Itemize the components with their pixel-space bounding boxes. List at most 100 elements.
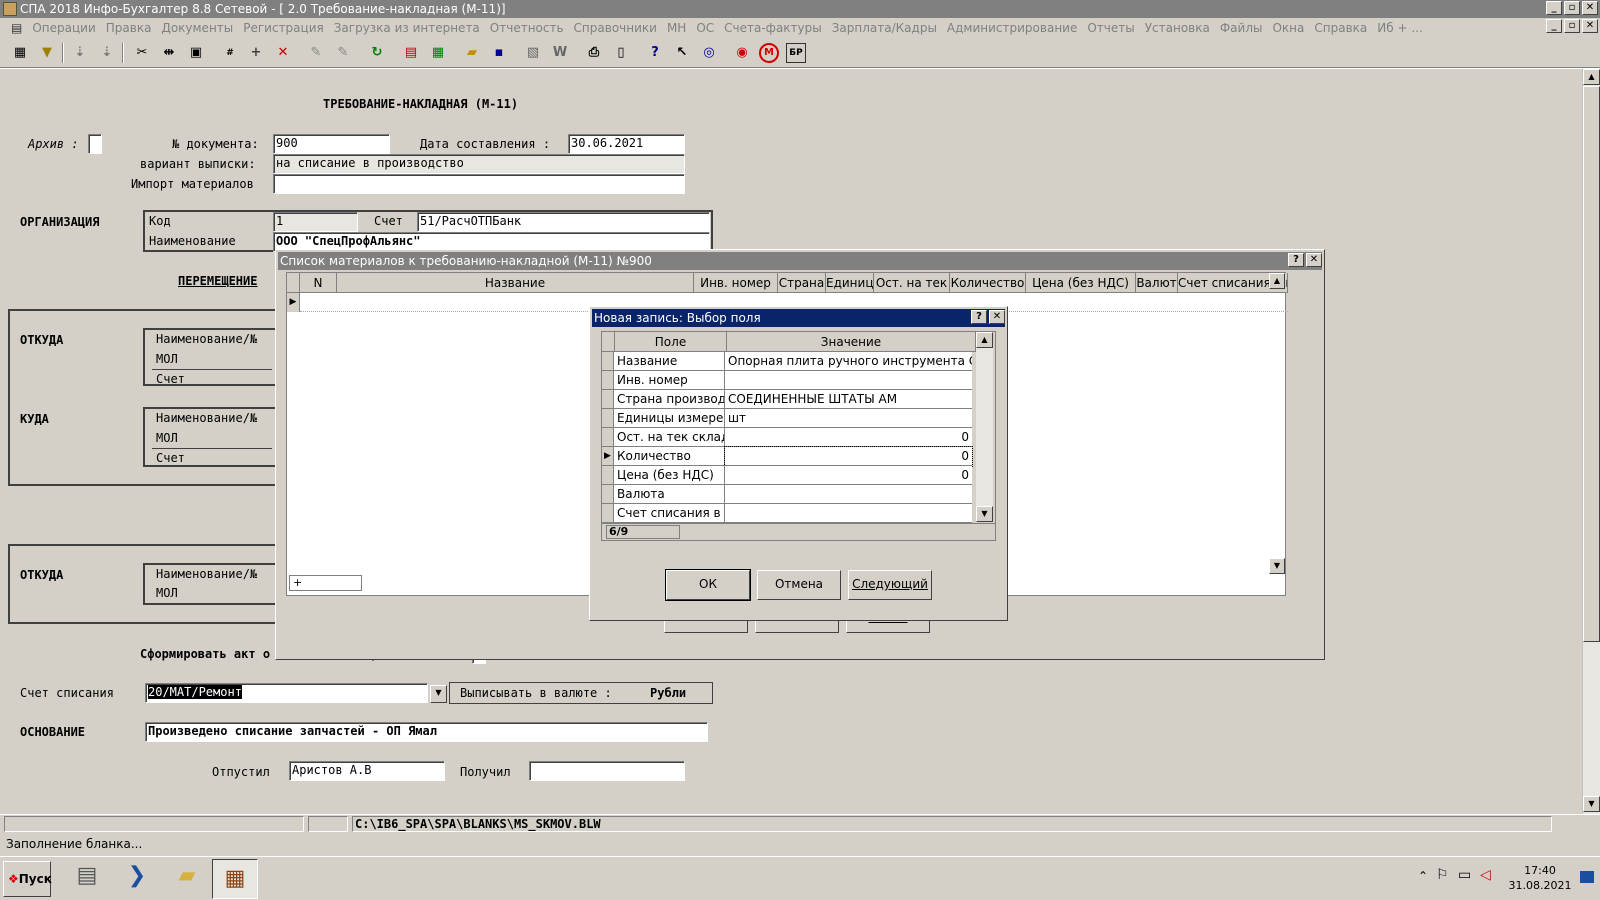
col-price[interactable]: Цена (без НДС) bbox=[1026, 273, 1136, 293]
menu-item-7[interactable]: МН bbox=[662, 18, 691, 38]
close-button[interactable]: ✕ bbox=[1582, 1, 1598, 15]
menu-item-5[interactable]: Отчетность bbox=[485, 18, 569, 38]
menu-item-13[interactable]: Установка bbox=[1140, 18, 1215, 38]
scroll-thumb[interactable] bbox=[1583, 86, 1600, 642]
field-value[interactable]: СОЕДИНЕННЫЕ ШТАТЫ АМ bbox=[725, 390, 972, 409]
variant-field[interactable]: на списание в производство bbox=[273, 154, 685, 174]
network-icon[interactable]: ▭ bbox=[1458, 867, 1471, 883]
field-row[interactable]: Инв. номер bbox=[602, 371, 972, 390]
field-value[interactable] bbox=[725, 371, 972, 390]
field-row[interactable]: Название Опорная плита ручного инструмент… bbox=[602, 352, 972, 371]
flag-icon[interactable]: ⚐ bbox=[1436, 867, 1449, 883]
field-row[interactable]: Единицы измерен шт bbox=[602, 409, 972, 428]
account-field[interactable]: 51/РасчОТПБанк bbox=[417, 212, 710, 232]
col-field[interactable]: Поле bbox=[615, 332, 727, 352]
col-name[interactable]: Название bbox=[337, 273, 694, 293]
refresh-icon[interactable]: ↻ bbox=[367, 43, 387, 63]
field-value[interactable] bbox=[725, 485, 972, 504]
import-field[interactable] bbox=[273, 174, 685, 194]
col-qty[interactable]: Количество bbox=[950, 273, 1026, 293]
doc-close-button[interactable]: ✕ bbox=[1582, 19, 1598, 33]
col-unit[interactable]: Единиц bbox=[826, 273, 874, 293]
field-grid[interactable]: Поле Значение Название Опорная плита ручн… bbox=[601, 331, 996, 541]
menu-item-16[interactable]: Справка bbox=[1309, 18, 1372, 38]
field-value[interactable] bbox=[725, 504, 972, 523]
clock[interactable]: 17:40 31.08.2021 bbox=[1505, 863, 1575, 893]
excel-icon[interactable]: ▧ bbox=[523, 43, 543, 63]
col-currency[interactable]: Валют bbox=[1136, 273, 1178, 293]
open-folder-icon[interactable]: ▰ bbox=[462, 43, 482, 63]
field-row[interactable]: ▶ Количество 0 bbox=[602, 446, 973, 467]
col-value[interactable]: Значение bbox=[727, 332, 976, 352]
field-ok-button[interactable]: ОК bbox=[665, 569, 751, 601]
doc-num-field[interactable]: 900 bbox=[273, 134, 390, 154]
col-stock[interactable]: Ост. на тек bbox=[874, 273, 950, 293]
field-row[interactable]: Цена (без НДС) 0 bbox=[602, 466, 972, 485]
word-icon[interactable]: W bbox=[550, 43, 570, 63]
compass-icon[interactable]: ◎ bbox=[699, 43, 719, 63]
delete-icon[interactable]: ✕ bbox=[273, 43, 293, 63]
maximize-button[interactable]: ▫ bbox=[1564, 1, 1580, 15]
menu-item-0[interactable]: Операции bbox=[27, 18, 100, 38]
number-icon[interactable]: # bbox=[220, 43, 240, 63]
unmark-icon[interactable]: ✎ bbox=[333, 43, 353, 63]
released-field[interactable]: Аристов А.В bbox=[289, 761, 445, 781]
menu-item-10[interactable]: Зарплата/Кадры bbox=[827, 18, 942, 38]
field-value[interactable]: 0 bbox=[725, 466, 972, 485]
field-row[interactable]: Счет списания в п bbox=[602, 504, 972, 523]
explorer-icon[interactable]: ▰ bbox=[170, 863, 204, 895]
sort-desc-icon[interactable]: ⇣ bbox=[97, 43, 117, 63]
menu-item-6[interactable]: Справочники bbox=[569, 18, 662, 38]
minimize-button[interactable]: _ bbox=[1546, 1, 1562, 15]
field-close-button[interactable]: ✕ bbox=[989, 310, 1005, 324]
menu-item-17[interactable]: Иб + ... bbox=[1372, 18, 1428, 38]
col-n[interactable]: N bbox=[300, 273, 337, 293]
menu-item-8[interactable]: ОС bbox=[691, 18, 719, 38]
speaker-mute-icon[interactable]: ◁ bbox=[1480, 867, 1491, 883]
writeoff-field[interactable]: 20/МАТ/Ремонт bbox=[145, 683, 428, 703]
scroll-up-button[interactable]: ▲ bbox=[1583, 69, 1600, 85]
calculator-icon[interactable]: ▦ bbox=[428, 43, 448, 63]
field-row[interactable]: Ост. на тек складе 0 bbox=[602, 428, 972, 447]
field-cancel-button[interactable]: Отмена bbox=[757, 570, 841, 600]
field-value[interactable]: 0 bbox=[725, 428, 972, 447]
menu-item-4[interactable]: Загрузка из интернета bbox=[329, 18, 485, 38]
field-value[interactable]: шт bbox=[725, 409, 972, 428]
grid-scroll-up[interactable]: ▲ bbox=[1269, 273, 1285, 289]
menu-item-9[interactable]: Счета-фактуры bbox=[719, 18, 827, 38]
sort-asc-icon[interactable]: ⇣ bbox=[70, 43, 90, 63]
menu-item-15[interactable]: Окна bbox=[1267, 18, 1309, 38]
field-row[interactable]: Валюта bbox=[602, 485, 972, 504]
cut-icon[interactable]: ✂ bbox=[132, 43, 152, 63]
help-icon[interactable]: ? bbox=[645, 43, 665, 63]
m-icon[interactable]: М bbox=[759, 43, 779, 63]
calendar-icon[interactable]: ▤ bbox=[401, 43, 421, 63]
col-country[interactable]: Страна bbox=[778, 273, 826, 293]
preview-icon[interactable]: ▯ bbox=[611, 43, 631, 63]
field-help-button[interactable]: ? bbox=[971, 310, 987, 324]
writeoff-dropdown-button[interactable]: ▼ bbox=[430, 685, 447, 703]
menu-item-1[interactable]: Правка bbox=[101, 18, 157, 38]
archive-checkbox[interactable] bbox=[88, 134, 102, 154]
field-value[interactable]: 0 bbox=[724, 446, 973, 467]
menu-item-11[interactable]: Администрирование bbox=[942, 18, 1082, 38]
doc-minimize-button[interactable]: _ bbox=[1546, 19, 1562, 33]
menu-item-3[interactable]: Регистрация bbox=[238, 18, 328, 38]
paste-icon[interactable]: ▣ bbox=[186, 43, 206, 63]
basis-field[interactable]: Произведено списание запчастей - ОП Ямал bbox=[145, 722, 708, 742]
lifebuoy-icon[interactable]: ◉ bbox=[732, 43, 752, 63]
field-next-button[interactable]: Следующий bbox=[848, 570, 932, 600]
scroll-down-button[interactable]: ▼ bbox=[1583, 796, 1600, 812]
app-taskbar-icon[interactable]: ▦ bbox=[212, 859, 258, 899]
context-help-icon[interactable]: ↖ bbox=[672, 43, 692, 63]
add-icon[interactable]: + bbox=[246, 43, 266, 63]
print-icon[interactable]: ⎙ bbox=[584, 43, 604, 63]
field-scroll-up[interactable]: ▲ bbox=[976, 332, 993, 348]
col-inv[interactable]: Инв. номер bbox=[694, 273, 778, 293]
mark-icon[interactable]: ✎ bbox=[306, 43, 326, 63]
code-field[interactable]: 1 bbox=[273, 212, 358, 232]
field-value[interactable]: Опорная плита ручного инструмента CA14 bbox=[725, 352, 972, 371]
list-help-button[interactable]: ? bbox=[1288, 253, 1304, 267]
menu-item-12[interactable]: Отчеты bbox=[1082, 18, 1139, 38]
received-field[interactable] bbox=[529, 761, 685, 781]
